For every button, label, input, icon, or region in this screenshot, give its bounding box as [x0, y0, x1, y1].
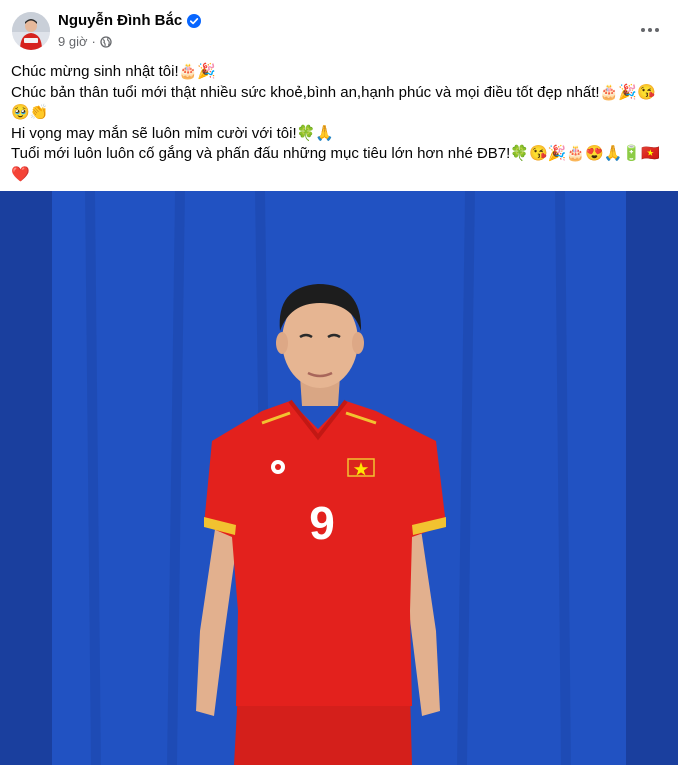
verified-badge-icon [187, 13, 202, 28]
author-avatar[interactable] [12, 12, 50, 50]
post-line: 🥹👏 [11, 104, 49, 121]
post-header: Nguyễn Đình Bắc 9 giờ · [0, 0, 678, 60]
post-meta: 9 giờ · [58, 34, 112, 49]
post-photo[interactable]: 9 [0, 191, 678, 765]
facebook-post: Nguyễn Đình Bắc 9 giờ · Chúc mừng sinh n… [0, 0, 678, 765]
meta-separator: · [91, 34, 96, 49]
author-name-row: Nguyễn Đình Bắc [58, 12, 202, 29]
author-name[interactable]: Nguyễn Đình Bắc [58, 12, 182, 29]
post-text: Chúc mừng sinh nhật tôi!🎂🎉 Chúc bản thân… [11, 62, 667, 185]
more-options-button[interactable] [636, 16, 664, 44]
jersey-number: 9 [309, 497, 335, 549]
post-line: Tuổi mới luôn luôn cố gắng và phấn đấu n… [11, 145, 660, 162]
post-line: ❤️ [11, 165, 30, 183]
more-options-icon [641, 28, 659, 32]
avatar-image [12, 12, 50, 50]
globe-icon[interactable] [100, 35, 112, 48]
post-line: Chúc bản thân tuổi mới thật nhiều sức kh… [11, 83, 656, 101]
post-line: Chúc mừng sinh nhật tôi!🎂🎉 [11, 63, 216, 80]
post-line: Hi vọng may mắn sẽ luôn mỉm cười với tôi… [11, 124, 334, 142]
post-time[interactable]: 9 giờ [58, 34, 88, 49]
player-photo: 9 [0, 191, 678, 765]
